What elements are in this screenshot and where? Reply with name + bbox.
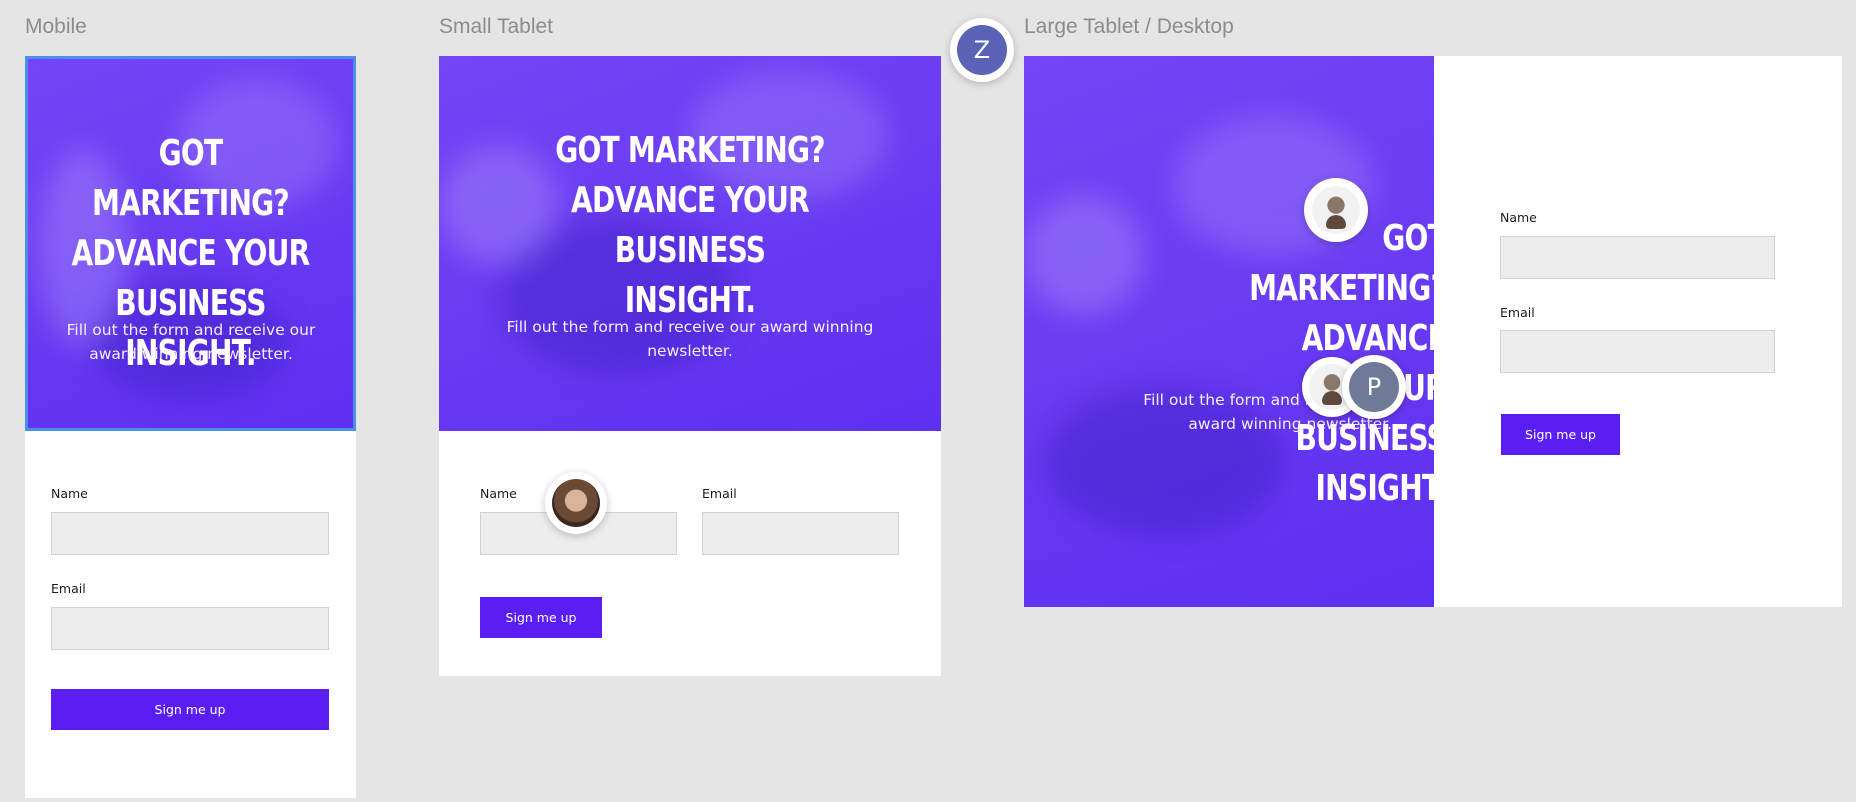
small-tablet-subtext: Fill out the form and receive our award … <box>506 318 874 360</box>
small-tablet-frame-label[interactable]: Small Tablet <box>439 15 553 39</box>
small-tablet-headline: GOT MARKETING? ADVANCE YOUR BUSINESS INS… <box>555 130 825 321</box>
mobile-hero[interactable]: GOT MARKETING? ADVANCE YOUR BUSINESS INS… <box>25 56 356 431</box>
desktop-email-label: Email <box>1500 305 1535 320</box>
small-tablet-hero[interactable]: GOT MARKETING? ADVANCE YOUR BUSINESS INS… <box>439 56 941 431</box>
desktop-hero[interactable]: GOT MARKETING? ADVANCE YOUR BUSINESS INS… <box>1024 56 1434 607</box>
mobile-email-label: Email <box>51 581 86 596</box>
small-tablet-frame: GOT MARKETING? ADVANCE YOUR BUSINESS INS… <box>439 56 941 676</box>
mobile-email-input[interactable] <box>51 607 329 650</box>
small-tablet-email-input[interactable] <box>702 512 899 555</box>
desktop-name-label: Name <box>1500 210 1537 225</box>
mobile-subtext: Fill out the form and receive our award … <box>66 321 316 363</box>
collaborator-photo-avatar-1[interactable] <box>545 472 607 534</box>
desktop-email-input[interactable] <box>1500 330 1775 373</box>
desktop-signup-button[interactable]: Sign me up <box>1501 414 1620 455</box>
small-tablet-signup-button[interactable]: Sign me up <box>480 597 602 638</box>
collaborator-p-initial: P <box>1349 362 1399 412</box>
person-photo-icon <box>552 479 600 527</box>
mobile-name-label: Name <box>51 486 88 501</box>
collaborator-z-avatar[interactable]: Z <box>950 18 1014 82</box>
mobile-signup-button[interactable]: Sign me up <box>51 689 329 730</box>
collaborator-p-avatar[interactable]: P <box>1342 355 1406 419</box>
desktop-frame-label[interactable]: Large Tablet / Desktop <box>1024 15 1234 39</box>
collaborator-z-initial: Z <box>957 25 1007 75</box>
desktop-frame: GOT MARKETING? ADVANCE YOUR BUSINESS INS… <box>1024 56 1842 607</box>
person-photo-icon <box>1312 186 1360 234</box>
collaborator-photo-avatar-2[interactable] <box>1304 178 1368 242</box>
mobile-name-input[interactable] <box>51 512 329 555</box>
small-tablet-email-label: Email <box>702 486 737 501</box>
desktop-name-input[interactable] <box>1500 236 1775 279</box>
mobile-frame: GOT MARKETING? ADVANCE YOUR BUSINESS INS… <box>25 56 356 798</box>
mobile-frame-label[interactable]: Mobile <box>25 15 87 39</box>
small-tablet-name-label: Name <box>480 486 517 501</box>
